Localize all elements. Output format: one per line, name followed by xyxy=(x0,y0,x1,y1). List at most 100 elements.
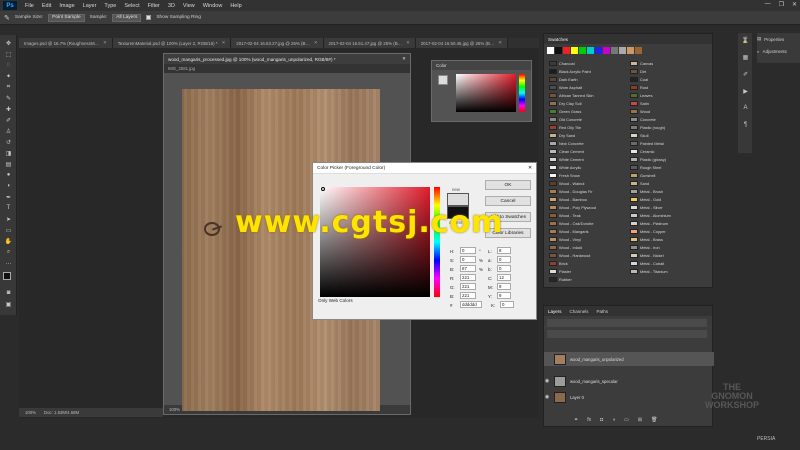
swatch-chip[interactable] xyxy=(549,260,557,266)
swatches-tab[interactable]: Swatches xyxy=(544,34,712,44)
swatch-chip[interactable] xyxy=(630,236,638,242)
swatch-chip[interactable] xyxy=(549,124,557,130)
swatch-row[interactable]: Wood - Teak xyxy=(549,212,581,218)
maximize-button[interactable]: ❐ xyxy=(779,1,784,8)
swatch-chip[interactable] xyxy=(630,116,638,122)
lasso-tool-icon[interactable]: ◌ xyxy=(3,61,14,69)
swatch-row[interactable]: Painted Metal xyxy=(630,140,664,146)
swatch-chip[interactable] xyxy=(549,236,557,242)
dodge-tool-icon[interactable]: ◖ xyxy=(3,182,14,190)
swatch-chip[interactable] xyxy=(630,244,638,250)
swatch-row[interactable]: Red Oily Tile xyxy=(549,124,581,130)
swatch-row[interactable]: Ceramic xyxy=(630,148,654,154)
color-panel-hue-slider[interactable] xyxy=(519,74,525,112)
swatch-row[interactable]: Wood - Poly Plywood xyxy=(549,204,596,210)
swatch-row[interactable]: Brick xyxy=(549,260,568,266)
actions-icon[interactable]: ▶ xyxy=(740,87,751,95)
eraser-tool-icon[interactable]: ◨ xyxy=(3,149,14,157)
doc-tab[interactable]: 2017-02-04 16.53.27.jpg @ 25% (B… ✕ xyxy=(231,38,324,48)
swatch-row[interactable]: Black Acrylic Paint xyxy=(549,68,591,74)
dialog-titlebar[interactable]: Color Picker (Foreground Color) ✕ xyxy=(313,163,536,174)
swatch-row[interactable]: African Tanned Skin xyxy=(549,92,594,98)
menu-file[interactable]: File xyxy=(21,3,38,9)
swatch-row[interactable]: Fresh Snow xyxy=(549,172,580,178)
path-select-tool-icon[interactable]: ➤ xyxy=(3,215,14,223)
crop-tool-icon[interactable]: ⌗ xyxy=(3,83,14,91)
swatch-chip[interactable] xyxy=(630,156,638,162)
swatch-chip[interactable] xyxy=(630,220,638,226)
brush-settings-icon[interactable]: ✐ xyxy=(740,70,751,78)
menu-help[interactable]: Help xyxy=(226,3,245,9)
swatch-chip[interactable] xyxy=(549,76,557,82)
swatch-row[interactable]: Green Grass xyxy=(549,108,581,114)
swatch-row[interactable]: Canvas xyxy=(630,60,653,66)
swatch-row[interactable]: Metal - Brass xyxy=(630,236,663,242)
swatch-chip[interactable] xyxy=(611,47,618,54)
swatch-row[interactable]: Wood - Hardwood xyxy=(549,252,590,258)
swatch-chip[interactable] xyxy=(549,172,557,178)
menu-view[interactable]: View xyxy=(179,3,199,9)
field-input[interactable]: 87 xyxy=(460,265,476,272)
menu-edit[interactable]: Edit xyxy=(38,3,55,9)
swatch-row[interactable]: White Cement xyxy=(549,156,584,162)
quick-mask-icon[interactable]: ◙ xyxy=(3,289,14,297)
swatch-chip[interactable] xyxy=(547,47,554,54)
swatch-row[interactable]: Metal - Aluminium xyxy=(630,212,671,218)
field-input[interactable]: 9 xyxy=(497,292,511,299)
layer-row[interactable]: ◉ Layer 0 xyxy=(544,390,714,404)
type-tool-icon[interactable]: T xyxy=(3,204,14,212)
swatch-chip[interactable] xyxy=(630,204,638,210)
swatch-chip[interactable] xyxy=(549,220,557,226)
move-tool-icon[interactable]: ✥ xyxy=(3,39,14,47)
swatch-chip[interactable] xyxy=(595,47,602,54)
swatch-chip[interactable] xyxy=(630,124,638,130)
swatch-chip[interactable] xyxy=(587,47,594,54)
foreground-chip[interactable] xyxy=(438,75,448,85)
layer-row[interactable]: wood_mangaris_unpolarized xyxy=(544,352,714,366)
only-web-colors-label[interactable]: Only Web Colors xyxy=(318,298,353,303)
field-input[interactable]: 221 xyxy=(460,292,476,299)
swatch-chip[interactable] xyxy=(549,252,557,258)
swatch-chip[interactable] xyxy=(630,140,638,146)
swatch-chip[interactable] xyxy=(549,156,557,162)
swatch-chip[interactable] xyxy=(630,188,638,194)
tab-layers[interactable]: Layers xyxy=(548,309,562,314)
swatch-chip[interactable] xyxy=(630,172,638,178)
swatch-row[interactable]: Wood xyxy=(630,108,650,114)
properties-item[interactable]: ▤ Properties xyxy=(757,33,800,45)
swatch-row[interactable]: Metal - Titanium xyxy=(630,268,668,274)
swatch-chip[interactable] xyxy=(549,148,557,154)
hex-input[interactable]: dddddd xyxy=(460,301,482,308)
shape-tool-icon[interactable]: ▭ xyxy=(3,226,14,234)
menu-3d[interactable]: 3D xyxy=(164,3,179,9)
marquee-tool-icon[interactable]: ⬚ xyxy=(3,50,14,58)
swatch-chip[interactable] xyxy=(549,268,557,274)
field-input[interactable]: 12 xyxy=(497,274,511,281)
swatch-row[interactable]: Satin xyxy=(630,100,649,106)
swatch-row[interactable]: Metal - Cobalt xyxy=(630,260,664,266)
swatch-chip[interactable] xyxy=(549,180,557,186)
hand-tool-icon[interactable]: ✋ xyxy=(3,237,14,245)
swatch-row[interactable]: Leaves xyxy=(630,92,653,98)
eyedropper-tool-icon[interactable]: ✎ xyxy=(3,94,14,102)
history-brush-icon[interactable]: ↺ xyxy=(3,138,14,146)
swatch-chip[interactable] xyxy=(549,188,557,194)
swatch-row[interactable]: Plastic (glossy) xyxy=(630,156,666,162)
swatch-chip[interactable] xyxy=(630,180,638,186)
menu-layer[interactable]: Layer xyxy=(79,3,101,9)
sample-select[interactable]: All Layers xyxy=(112,13,142,22)
swatch-row[interactable]: Wood - Vinyl xyxy=(549,236,581,242)
doc-tab[interactable]: Images.psd @ 16.7% (RoughnessM… ✕ xyxy=(19,38,113,48)
swatch-chip[interactable] xyxy=(549,100,557,106)
swatch-row[interactable]: Gunshell xyxy=(630,172,655,178)
doc-tab[interactable]: 2017-02-04 16.51.47.jpg @ 25% (B… ✕ xyxy=(323,38,416,48)
swatch-row[interactable]: Worn Asphalt xyxy=(549,84,582,90)
swatch-row[interactable]: Rubber xyxy=(549,276,572,282)
menu-select[interactable]: Select xyxy=(120,3,143,9)
swatch-chip[interactable] xyxy=(603,47,610,54)
link-icon[interactable]: ⚭ xyxy=(574,417,578,423)
swatch-chip[interactable] xyxy=(630,268,638,274)
stamp-tool-icon[interactable]: ♙ xyxy=(3,127,14,135)
swatch-chip[interactable] xyxy=(630,132,638,138)
swatch-chip[interactable] xyxy=(549,132,557,138)
